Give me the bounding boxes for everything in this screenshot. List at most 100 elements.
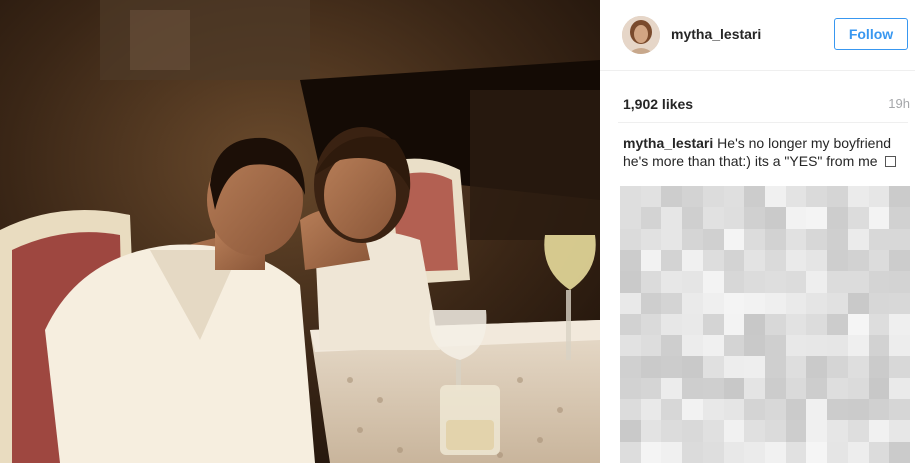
blur-pixel bbox=[661, 292, 684, 315]
blur-pixel bbox=[868, 186, 891, 209]
blur-pixel bbox=[702, 207, 725, 230]
follow-button[interactable]: Follow bbox=[834, 18, 908, 50]
blur-pixel bbox=[806, 313, 829, 337]
profile-avatar[interactable] bbox=[622, 16, 660, 54]
blur-pixel bbox=[889, 207, 910, 230]
blur-pixel bbox=[702, 186, 725, 209]
blur-pixel bbox=[661, 377, 684, 401]
blur-pixel bbox=[785, 249, 808, 273]
blur-pixel bbox=[806, 420, 829, 443]
blur-pixel bbox=[827, 207, 849, 230]
blur-pixel bbox=[765, 228, 787, 251]
blur-pixel bbox=[868, 249, 891, 273]
blur-pixel bbox=[723, 186, 746, 209]
blur-pixel bbox=[723, 335, 746, 358]
post-photo[interactable] bbox=[0, 0, 600, 463]
blur-pixel bbox=[785, 399, 808, 422]
blur-pixel bbox=[785, 228, 808, 251]
blur-pixel bbox=[702, 249, 725, 273]
blur-pixel bbox=[785, 335, 808, 358]
post-header: mytha_lestari Follow bbox=[600, 0, 915, 71]
blur-pixel bbox=[744, 441, 766, 463]
blur-pixel bbox=[868, 441, 891, 463]
post-caption: mytha_lestari He's no longer my boyfrien… bbox=[623, 134, 905, 170]
blur-pixel bbox=[889, 399, 910, 422]
blur-pixel bbox=[702, 228, 725, 251]
blur-pixel bbox=[889, 186, 910, 209]
blur-pixel bbox=[723, 441, 746, 463]
blur-pixel bbox=[702, 335, 725, 358]
blur-pixel bbox=[723, 356, 746, 379]
blur-pixel bbox=[702, 441, 725, 463]
blur-pixel bbox=[889, 335, 910, 358]
blur-pixel bbox=[847, 420, 870, 443]
blur-pixel bbox=[827, 399, 849, 422]
blur-pixel bbox=[682, 207, 704, 230]
blur-pixel bbox=[723, 399, 746, 422]
blur-pixel bbox=[827, 292, 849, 315]
blur-pixel bbox=[744, 377, 766, 401]
blur-pixel bbox=[785, 356, 808, 379]
blur-pixel bbox=[620, 228, 642, 251]
blur-pixel bbox=[827, 249, 849, 273]
blur-pixel bbox=[847, 249, 870, 273]
blur-pixel bbox=[744, 399, 766, 422]
blur-pixel bbox=[765, 292, 787, 315]
blur-pixel bbox=[682, 313, 704, 337]
blur-pixel bbox=[806, 228, 829, 251]
blur-pixel bbox=[661, 207, 684, 230]
blur-pixel bbox=[765, 271, 787, 294]
blur-pixel bbox=[847, 228, 870, 251]
blur-pixel bbox=[806, 441, 829, 463]
blur-pixel bbox=[682, 420, 704, 443]
blur-pixel bbox=[661, 356, 684, 379]
blur-pixel bbox=[847, 356, 870, 379]
blur-pixel bbox=[889, 377, 910, 401]
blur-pixel bbox=[702, 399, 725, 422]
blur-pixel bbox=[682, 335, 704, 358]
blur-pixel bbox=[702, 377, 725, 401]
blur-pixel bbox=[661, 186, 684, 209]
blur-pixel bbox=[806, 377, 829, 401]
blur-pixel bbox=[723, 249, 746, 273]
blur-pixel bbox=[868, 228, 891, 251]
blur-pixel bbox=[661, 441, 684, 463]
blur-pixel bbox=[682, 292, 704, 315]
blur-pixel bbox=[827, 377, 849, 401]
blur-pixel bbox=[640, 399, 663, 422]
blur-pixel bbox=[827, 420, 849, 443]
blur-pixel bbox=[661, 249, 684, 273]
post-timestamp[interactable]: 19h bbox=[888, 96, 910, 111]
caption-username[interactable]: mytha_lestari bbox=[623, 135, 713, 151]
avatar-icon bbox=[622, 16, 660, 54]
blur-pixel bbox=[827, 313, 849, 337]
post-username[interactable]: mytha_lestari bbox=[671, 26, 761, 42]
blur-pixel bbox=[827, 186, 849, 209]
blur-pixel bbox=[682, 249, 704, 273]
blur-pixel bbox=[702, 420, 725, 443]
likes-count[interactable]: 1,902 likes bbox=[623, 96, 693, 112]
blur-pixel bbox=[744, 271, 766, 294]
blur-pixel bbox=[682, 377, 704, 401]
blur-pixel bbox=[744, 186, 766, 209]
blur-pixel bbox=[889, 420, 910, 443]
blur-pixel bbox=[640, 228, 663, 251]
blur-pixel bbox=[661, 420, 684, 443]
blur-pixel bbox=[744, 335, 766, 358]
blur-pixel bbox=[868, 292, 891, 315]
blur-pixel bbox=[785, 313, 808, 337]
blur-pixel bbox=[702, 271, 725, 294]
blur-pixel bbox=[661, 399, 684, 422]
blur-pixel bbox=[640, 271, 663, 294]
blur-pixel bbox=[702, 292, 725, 315]
blur-pixel bbox=[785, 377, 808, 401]
blur-pixel bbox=[806, 207, 829, 230]
blur-pixel bbox=[868, 207, 891, 230]
blur-pixel bbox=[765, 207, 787, 230]
blur-pixel bbox=[806, 249, 829, 273]
blur-pixel bbox=[682, 441, 704, 463]
blur-pixel bbox=[785, 271, 808, 294]
photo-illustration bbox=[0, 0, 600, 463]
blur-pixel bbox=[640, 186, 663, 209]
blur-pixel bbox=[785, 441, 808, 463]
